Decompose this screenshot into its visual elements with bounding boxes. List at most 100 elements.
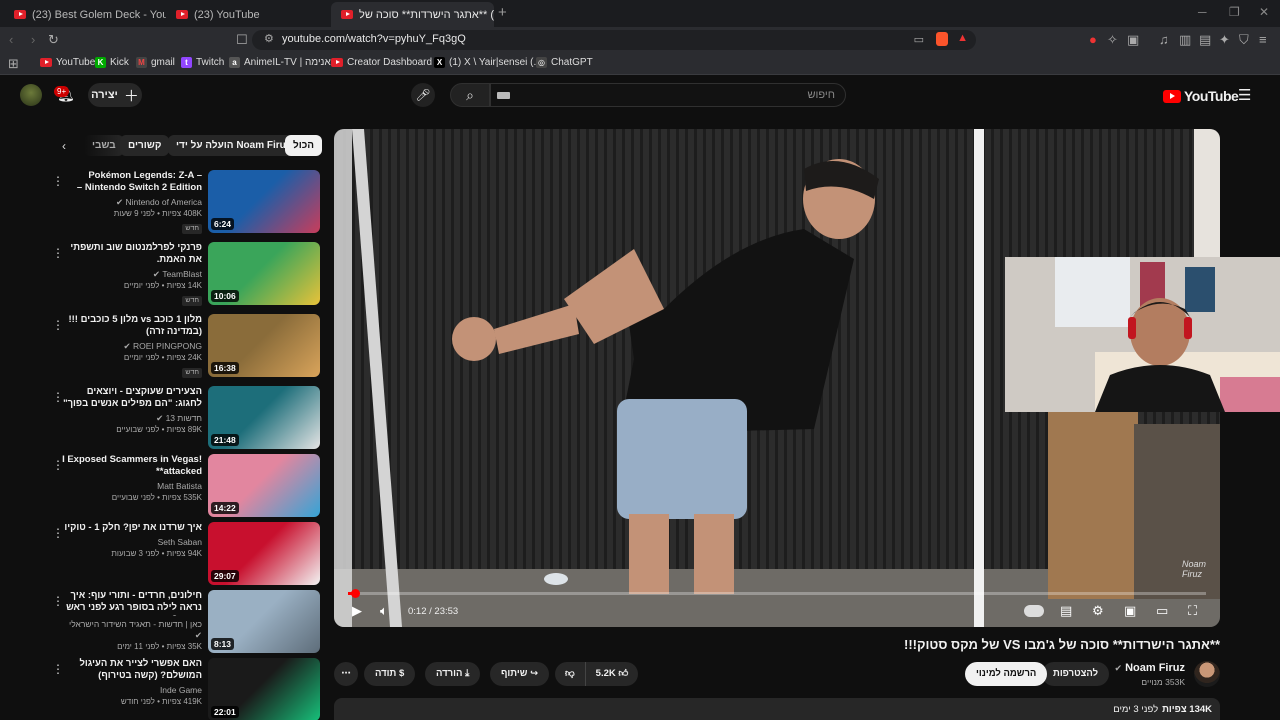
bookmark-creator-dashboard[interactable]: Creator Dashboard |... <box>331 57 446 68</box>
search-input[interactable]: חיפוש <box>490 83 846 107</box>
recommendation-channel[interactable]: כאן | חדשות - תאגיד השידור הישראלי ✔ <box>62 619 202 641</box>
recommendation-title[interactable]: Pokémon Legends: Z-A – Nintendo Switch 2… <box>62 170 202 194</box>
join-button[interactable]: להצטרפות <box>1042 662 1110 686</box>
recommendation-channel[interactable]: ROEI PINGPONG ✔ <box>62 341 202 352</box>
recommendation-thumbnail[interactable]: 21:48 <box>208 386 320 449</box>
new-tab-button[interactable]: + <box>498 4 507 21</box>
more-actions-button[interactable]: ⋯ <box>334 662 358 686</box>
recommendation-thumbnail[interactable]: 6:24 <box>208 170 320 233</box>
recommendation-item[interactable]: ⋮ פרנקי לפרלמנטום שוב ותשפתי את האמת. Team… <box>48 242 320 308</box>
wallet-icon[interactable]: ▤ <box>1199 32 1211 48</box>
bookmark-x[interactable]: X (1) X \ Yair|sensei (... <box>434 57 542 68</box>
chips-prev-chevron-icon[interactable]: ‹ <box>62 139 66 153</box>
keyboard-icon[interactable] <box>497 92 510 99</box>
brave-shield-icon[interactable] <box>936 32 948 46</box>
recommendation-title[interactable]: איך שרדנו את יפן? חלק 1 - טוקיו <box>62 522 202 534</box>
music-icon[interactable]: ♫ <box>1159 32 1169 48</box>
recommendation-title[interactable]: I Exposed Scammers in Vegas! *attacked* <box>62 454 202 478</box>
restore-icon[interactable]: ❐ <box>1229 5 1240 19</box>
download-button[interactable]: הורדה ⤓ <box>425 662 481 686</box>
chip[interactable]: בשבי <box>84 135 124 156</box>
bookmark-chatgpt[interactable]: ◎ ChatGPT <box>536 57 593 68</box>
recommendation-thumbnail[interactable]: 8:13 <box>208 590 320 653</box>
bookmark-kick[interactable]: K Kick <box>95 57 129 68</box>
recommendation-channel[interactable]: TeamBlast ✔ <box>62 269 202 280</box>
browser-tab-active[interactable]: (23) **אתגר הישרדות** סוכה של ✕ <box>331 2 494 27</box>
browser-menu-icon[interactable]: ≡ <box>1259 32 1267 48</box>
bookmark-twitch[interactable]: t Twitch <box>181 57 224 68</box>
volume-icon[interactable]: 🔈︎ <box>380 604 388 618</box>
recommendation-item[interactable]: ⋮ האם אפשרי לצייר את העיגול המושלם? (קשה … <box>48 658 320 720</box>
recommendation-title[interactable]: חילונים, חרדים - ותורי עוף: איך נראה ליל… <box>62 590 202 616</box>
close-window-icon[interactable]: ✕ <box>1259 5 1269 19</box>
recommendation-thumbnail[interactable]: 14:22 <box>208 454 320 517</box>
thanks-button[interactable]: תודה $ <box>364 662 416 686</box>
recommendation-thumbnail[interactable]: 29:07 <box>208 522 320 585</box>
recommendation-title[interactable]: האם אפשרי לצייר את העיגול המושלם? (קשה ב… <box>62 658 202 682</box>
reload-icon[interactable]: ↻ <box>48 32 59 48</box>
chip[interactable]: קשורים <box>120 135 170 156</box>
subtitles-icon[interactable]: ▤ <box>1060 604 1072 618</box>
description-box[interactable]: 134K צפיותלפני 3 ימים <box>334 698 1220 720</box>
recommendation-channel[interactable]: Matt Batista <box>62 481 202 492</box>
back-icon[interactable]: ‹ <box>9 32 13 48</box>
recommendation-item[interactable]: ⋮ Pokémon Legends: Z-A – Nintendo Switch … <box>48 170 320 236</box>
video-meta: 134K צפיותלפני 3 ימים <box>1113 704 1212 715</box>
recommendation-title[interactable]: מלון 1 כוכב vs מלון 5 כוכבים !!! (במדינה… <box>62 314 202 338</box>
autoplay-toggle[interactable] <box>1024 605 1044 617</box>
recommendation-title[interactable]: הצעירים שעוקצים - ויוצאים לחגוג: "הם מפי… <box>62 386 202 410</box>
shield-icon[interactable]: ⛉ <box>1239 32 1249 48</box>
recommendation-item[interactable]: ⋮ I Exposed Scammers in Vegas! *attacked*… <box>48 454 320 520</box>
record-icon[interactable]: ● <box>1089 32 1097 48</box>
search-button[interactable]: ⌕ <box>450 83 490 107</box>
recommendation-channel[interactable]: Inde Game <box>62 685 202 696</box>
recommendation-thumbnail[interactable]: 16:38 <box>208 314 320 377</box>
site-info-icon[interactable]: ⚙ <box>264 32 274 45</box>
theater-mode-icon[interactable]: ▭ <box>1156 604 1168 618</box>
progress-bar[interactable] <box>348 589 1206 598</box>
screenshot-icon[interactable]: ▣ <box>1127 32 1139 48</box>
youtube-logo[interactable]: YouTube <box>1163 88 1239 104</box>
browser-tab[interactable]: (23) Best Golem Deck - YouTube <box>4 2 166 27</box>
guide-menu-icon[interactable]: ☰ <box>1238 86 1251 104</box>
recommendation-thumbnail[interactable]: 10:06 <box>208 242 320 305</box>
recommendation-item[interactable]: ⋮ מלון 1 כוכב vs מלון 5 כוכבים !!! (במדינ… <box>48 314 320 380</box>
minimize-icon[interactable]: ─ <box>1198 5 1207 19</box>
account-avatar[interactable] <box>20 84 42 106</box>
settings-gear-icon[interactable]: ⚙ <box>1092 604 1104 618</box>
like-button[interactable]: 5.2K 👍︎ <box>586 662 639 686</box>
create-button[interactable]: יצירה ＋ <box>88 83 142 107</box>
cast-icon[interactable]: ▭ <box>914 33 924 46</box>
browser-tab[interactable]: (23) YouTube <box>166 2 328 27</box>
sidebar-icon[interactable]: ▥ <box>1179 32 1191 48</box>
chip[interactable]: הועלה על ידי Noam Firuz <box>168 135 299 156</box>
recommendation-channel[interactable]: Seth Saban <box>62 537 202 548</box>
recommendation-thumbnail[interactable]: 22:01 <box>208 658 320 720</box>
extensions-icon[interactable]: ✧ <box>1107 32 1118 48</box>
channel-name[interactable]: Noam Firuz ✔ <box>1114 662 1185 674</box>
recommendation-item[interactable]: ⋮ הצעירים שעוקצים - ויוצאים לחגוג: "הם מפ… <box>48 386 320 452</box>
play-icon[interactable]: ▶ <box>352 604 362 618</box>
recommendation-channel[interactable]: חדשות 13 ✔ <box>62 413 202 424</box>
apps-grid-icon[interactable]: ⊞ <box>8 56 19 72</box>
share-button[interactable]: שיתוף ↪ <box>490 662 550 686</box>
recommendation-title[interactable]: פרנקי לפרלמנטום שוב ותשפתי את האמת. <box>62 242 202 266</box>
forward-icon[interactable]: › <box>31 32 35 48</box>
recommendation-item[interactable]: ⋮ איך שרדנו את יפן? חלק 1 - טוקיו Seth Sab… <box>48 522 320 588</box>
bookmark-youtube[interactable]: YouTube <box>40 57 95 68</box>
bookmark-gmail[interactable]: Mgmail <box>136 57 175 68</box>
address-bar[interactable]: ⚙ youtube.com/watch?v=pyhuY_Fq3gQ ▭ ▲ <box>252 30 976 50</box>
voice-search-mic-icon[interactable]: 🎤︎ <box>411 83 435 107</box>
subscribe-button[interactable]: הרשמה למינוי <box>965 662 1048 686</box>
recommendation-channel[interactable]: Nintendo of America ✔ <box>62 197 202 208</box>
channel-avatar[interactable] <box>1194 661 1220 687</box>
rewards-icon[interactable]: ▲ <box>957 32 968 44</box>
chip-active[interactable]: הכול <box>285 135 323 156</box>
bookmark-animeil[interactable]: a AnimeIL-TV | אנימה... <box>229 57 339 68</box>
miniplayer-icon[interactable]: ▣ <box>1124 604 1136 618</box>
recommendation-item[interactable]: ⋮ חילונים, חרדים - ותורי עוף: איך נראה לי… <box>48 590 320 656</box>
dislike-button[interactable]: 👎︎ <box>555 662 586 686</box>
bookmark-icon[interactable]: ☐ <box>236 32 248 48</box>
ai-icon[interactable]: ✦ <box>1219 32 1230 48</box>
fullscreen-icon[interactable]: ⛶ <box>1188 604 1197 618</box>
